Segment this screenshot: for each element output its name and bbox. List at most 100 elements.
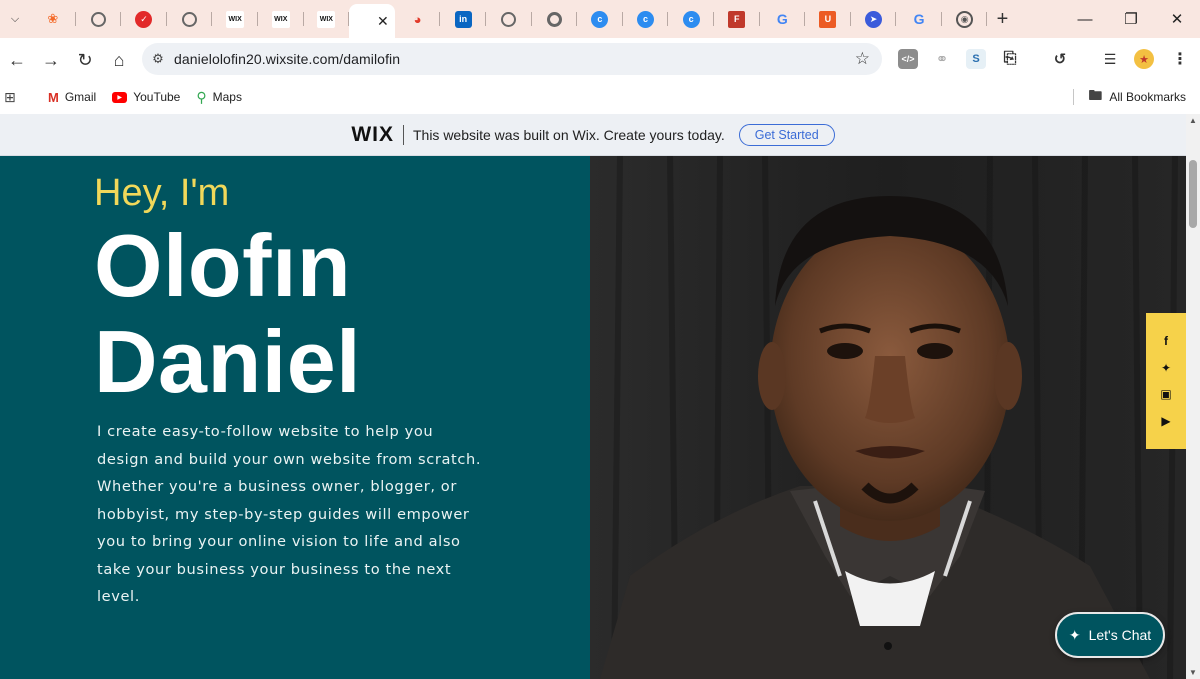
page-viewport: WIX This website was built on Wix. Creat… <box>0 114 1186 679</box>
tab[interactable]: G <box>760 0 806 38</box>
minimize-icon[interactable]: — <box>1062 0 1108 38</box>
globe-icon <box>501 11 517 27</box>
u-icon: U <box>819 10 837 28</box>
bookmark-label: Maps <box>212 90 242 104</box>
chevron-down-icon[interactable]: ⌵ <box>0 0 30 38</box>
scroll-up-icon[interactable]: ▲ <box>1189 116 1197 125</box>
hero-first-name: Olofın <box>94 216 352 315</box>
google-icon: G <box>913 11 925 27</box>
facebook-icon[interactable]: f <box>1164 334 1168 348</box>
globe-icon <box>182 11 198 27</box>
signal-icon: ◕ <box>413 11 422 27</box>
tab[interactable]: ◕ <box>395 0 441 38</box>
wix-icon: WIX <box>317 10 336 28</box>
tab[interactable]: G <box>896 0 942 38</box>
bookmark-label: Gmail <box>64 90 97 104</box>
bookmarks-bar: ⊞ M Gmail ▶ YouTube ⚲ Maps 🖿 All Bookmar… <box>0 82 1200 112</box>
s-extension-icon[interactable]: S <box>966 49 986 69</box>
youtube-icon[interactable]: ▶ <box>1161 414 1170 428</box>
tab[interactable] <box>76 0 122 38</box>
badge-icon: ◉ <box>956 10 974 28</box>
linkedin-icon: in <box>454 10 472 28</box>
hero-portrait <box>590 156 1186 679</box>
tab-active[interactable]: ✕ <box>349 4 395 38</box>
tab[interactable]: c <box>623 0 669 38</box>
url-text[interactable]: danielolofin20.wixsite.com/damilofin <box>174 51 400 67</box>
media-icon[interactable]: ☰ <box>1100 49 1120 69</box>
cp-icon: ❀ <box>47 11 59 26</box>
folder-icon: 🖿 <box>1088 87 1103 103</box>
forward-icon[interactable]: → <box>34 43 68 77</box>
address-bar[interactable]: ⚙ danielolofin20.wixsite.com/damilofin ☆ <box>142 43 882 75</box>
tab[interactable]: WIX <box>304 0 350 38</box>
back-icon[interactable]: ← <box>0 43 34 77</box>
wix-banner-message: This website was built on Wix. Create yo… <box>412 126 725 143</box>
close-icon[interactable]: ✕ <box>377 13 389 30</box>
tab[interactable] <box>532 0 578 38</box>
tab[interactable]: c <box>668 0 714 38</box>
wix-logo[interactable]: WIX <box>351 123 394 147</box>
twitter-icon[interactable]: ✦ <box>1161 361 1171 375</box>
all-bookmarks-label: All Bookmarks <box>1109 90 1186 104</box>
history-icon[interactable]: ↺ <box>1050 49 1070 69</box>
tab[interactable]: WIX <box>258 0 304 38</box>
scroll-down-icon[interactable]: ▼ <box>1189 668 1197 677</box>
wix-banner: WIX This website was built on Wix. Creat… <box>0 114 1186 156</box>
bookmark-star-icon[interactable]: ☆ <box>855 49 870 69</box>
hero-bio: I create easy-to-follow website to help … <box>97 423 482 605</box>
tab[interactable]: U <box>805 0 851 38</box>
link-extension-icon[interactable]: ⚭ <box>932 49 952 69</box>
tab[interactable]: WIX <box>212 0 258 38</box>
home-icon[interactable]: ⌂ <box>102 43 136 77</box>
portrait-photo <box>590 156 1186 679</box>
all-bookmarks[interactable]: 🖿 All Bookmarks <box>1073 85 1186 109</box>
menu-icon[interactable]: ⋮ <box>1170 49 1190 69</box>
tab[interactable]: ✓ <box>121 0 167 38</box>
new-tab-button[interactable]: + <box>987 8 1017 31</box>
f-icon: F <box>728 10 746 28</box>
hero-intro: Hey, I'm Olofın Daniel I create easy-to-… <box>0 156 590 679</box>
bookmark-gmail[interactable]: M Gmail <box>48 90 96 105</box>
site-info-icon[interactable]: ⚙ <box>142 51 174 67</box>
tab[interactable]: ❀ <box>30 0 76 38</box>
tab[interactable]: ➤ <box>851 0 897 38</box>
tab[interactable] <box>486 0 532 38</box>
check-icon: ✓ <box>135 10 153 28</box>
close-window-icon[interactable]: ✕ <box>1154 0 1200 38</box>
hero-greeting: Hey, I'm <box>94 172 230 214</box>
globe-icon <box>90 11 106 27</box>
bookmark-maps[interactable]: ⚲ Maps <box>196 89 242 106</box>
tab-strip: ⌵ ❀ ✓ WIX WIX WIX ✕ ◕ in c c c F G U ➤ G… <box>0 0 1200 38</box>
code-extension-icon[interactable]: </> <box>898 49 918 69</box>
restore-icon[interactable]: ❐ <box>1108 0 1154 38</box>
lets-chat-button[interactable]: ✦ Let's Chat <box>1055 612 1165 658</box>
reload-icon[interactable]: ↻ <box>68 43 102 77</box>
c-icon: c <box>591 10 609 28</box>
sparkle-icon: ✦ <box>1068 626 1081 643</box>
apps-grid-icon[interactable]: ⊞ <box>4 89 30 106</box>
tab[interactable]: in <box>440 0 486 38</box>
chat-label: Let's Chat <box>1088 627 1152 643</box>
wix-icon: WIX <box>226 10 245 28</box>
arrow-icon: ➤ <box>864 10 882 28</box>
c-icon: c <box>637 10 655 28</box>
tab-list: ❀ ✓ WIX WIX WIX ✕ ◕ in c c c F G U ➤ G ◉ <box>30 0 988 38</box>
gmail-icon: M <box>48 89 59 105</box>
tab[interactable]: F <box>714 0 760 38</box>
page-scrollbar[interactable]: ▲ ▼ <box>1186 114 1200 679</box>
get-started-button[interactable]: Get Started <box>738 123 835 146</box>
profile-avatar[interactable]: ★ <box>1134 49 1154 69</box>
tab[interactable]: c <box>577 0 623 38</box>
wix-icon: WIX <box>271 10 290 28</box>
tab[interactable]: ◉ <box>942 0 988 38</box>
chrome-icon <box>546 11 562 27</box>
tab[interactable] <box>167 0 213 38</box>
bookmark-label: YouTube <box>133 90 181 104</box>
google-icon: G <box>776 11 788 27</box>
bookmark-youtube[interactable]: ▶ YouTube <box>112 90 180 104</box>
puzzle-icon[interactable]: ⎘ <box>1000 49 1020 69</box>
instagram-icon[interactable]: ▣ <box>1160 387 1171 401</box>
scrollbar-thumb[interactable] <box>1189 160 1197 228</box>
c-icon: c <box>682 10 700 28</box>
window-controls: — ❐ ✕ <box>1062 0 1200 38</box>
